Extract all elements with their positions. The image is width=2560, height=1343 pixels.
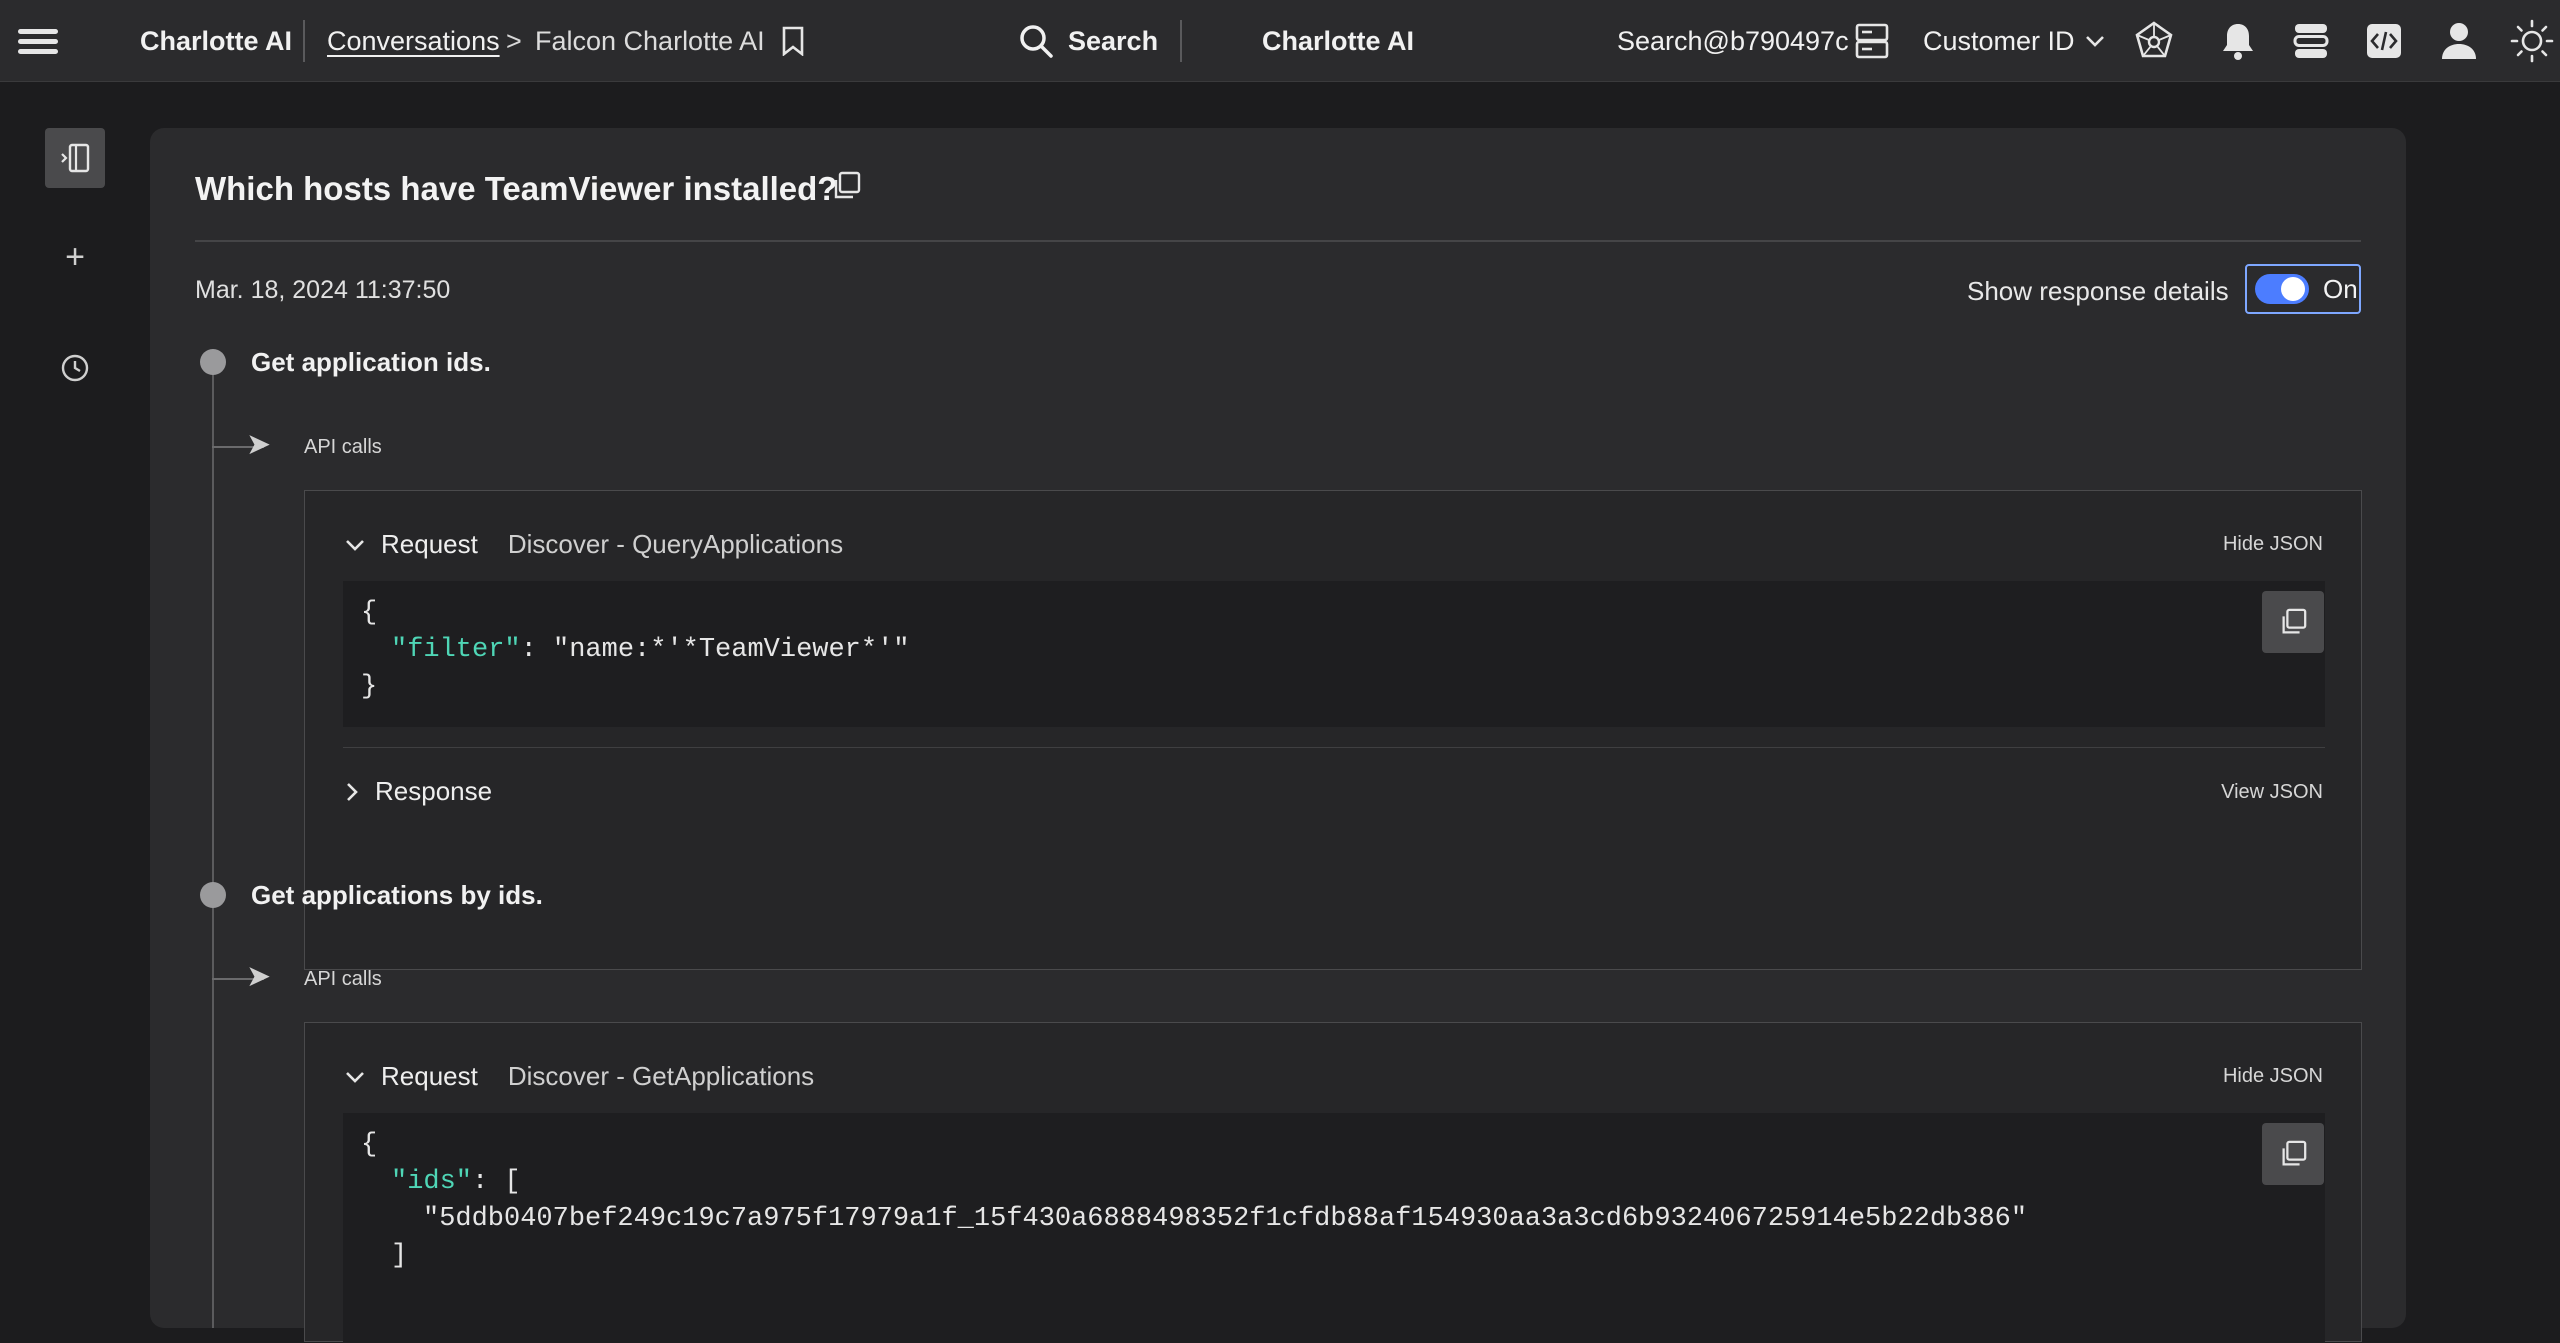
bell-icon[interactable] xyxy=(2220,0,2256,82)
conversation-timestamp: Mar. 18, 2024 11:37:50 xyxy=(195,276,451,304)
response-header[interactable]: Response xyxy=(345,776,492,807)
copy-icon xyxy=(2282,608,2307,634)
request-label: Request xyxy=(381,529,478,559)
history-clock-icon[interactable] xyxy=(60,353,90,388)
show-response-details-toggle[interactable]: On xyxy=(2245,264,2361,314)
chevron-down-icon xyxy=(346,539,364,551)
api-calls-label: API calls xyxy=(304,436,382,458)
breadcrumb-separator: > xyxy=(506,25,522,56)
code-icon[interactable] xyxy=(2365,0,2403,82)
topbar-divider xyxy=(1180,20,1182,62)
copy-json-button[interactable] xyxy=(2262,1123,2324,1185)
step-dot xyxy=(200,349,226,375)
json-value: "5ddb0407bef249c19c7a975f17979a1f_15f430… xyxy=(423,1204,2028,1234)
request-endpoint: Discover - QueryApplications xyxy=(507,529,844,559)
view-json-link[interactable]: View JSON xyxy=(2221,781,2323,804)
server-icon[interactable] xyxy=(1854,0,1890,82)
expand-sidebar-button[interactable] xyxy=(45,128,105,188)
left-rail: + xyxy=(0,83,150,1282)
search-icon xyxy=(1020,25,1053,58)
theme-sun-icon[interactable] xyxy=(2510,0,2554,82)
timeline-line xyxy=(212,908,214,1328)
json-line: "filter": "name:*'*TeamViewer*'" xyxy=(361,632,2307,669)
customer-id-dropdown[interactable]: Customer ID xyxy=(1923,0,2105,82)
new-conversation-icon[interactable]: + xyxy=(60,238,90,277)
arrow-right-icon: ➤ xyxy=(246,428,272,461)
menu-icon[interactable] xyxy=(18,0,58,82)
arrow-right-icon: ➤ xyxy=(246,960,272,993)
center-title: Charlotte AI xyxy=(1262,25,1415,56)
breadcrumb-current: Falcon Charlotte AI xyxy=(535,25,765,56)
panel-divider xyxy=(343,747,2325,748)
search-label: Search xyxy=(1068,25,1159,56)
top-bar: Charlotte AI Conversations > Falcon Char… xyxy=(0,0,2560,82)
bookmark-icon[interactable] xyxy=(780,0,806,82)
json-key: "ids" xyxy=(391,1167,473,1197)
hide-json-link[interactable]: Hide JSON xyxy=(2223,533,2323,556)
copy-json-button[interactable] xyxy=(2262,591,2324,653)
request-label: Request xyxy=(381,1061,478,1091)
step-dot xyxy=(200,882,226,908)
json-value: "name:*'*TeamViewer*'" xyxy=(553,635,910,665)
api-call-panel: Request Discover - QueryApplications Hid… xyxy=(304,490,2362,970)
chevron-right-icon xyxy=(347,782,358,801)
chevron-down-icon xyxy=(346,1071,364,1083)
request-json-code: { "filter": "name:*'*TeamViewer*'" } xyxy=(343,581,2325,727)
toggle-switch[interactable] xyxy=(2255,274,2309,304)
chevron-down-icon xyxy=(2085,36,2104,47)
workflow-icon[interactable] xyxy=(2292,0,2330,82)
sidebar-expand-icon xyxy=(61,143,90,173)
json-brace: { xyxy=(361,598,378,628)
api-call-panel: Request Discover - GetApplications Hide … xyxy=(304,1022,2362,1343)
request-json-code: { "ids": [ "5ddb0407bef249c19c7a975f1797… xyxy=(343,1113,2325,1343)
customer-id-label: Customer ID xyxy=(1923,25,2075,56)
json-key: "filter" xyxy=(391,635,521,665)
hide-json-link[interactable]: Hide JSON xyxy=(2223,1065,2323,1088)
breadcrumb-conversations-link[interactable]: Conversations xyxy=(327,0,500,82)
show-response-details-label: Show response details xyxy=(1967,276,2229,306)
user-icon[interactable] xyxy=(2440,0,2478,82)
json-brace: } xyxy=(361,672,378,702)
toggle-state-label: On xyxy=(2323,273,2358,304)
json-bracket: ] xyxy=(391,1241,408,1271)
json-colon: : xyxy=(520,635,554,665)
user-account[interactable]: Search@b790497c xyxy=(1617,0,1849,82)
request-header[interactable]: Request Discover - GetApplications xyxy=(345,1061,814,1092)
question-title: Which hosts have TeamViewer installed? xyxy=(195,170,838,207)
search-button[interactable]: Search xyxy=(1018,0,1158,82)
app-brand[interactable]: Charlotte AI xyxy=(140,0,292,82)
step-title: Get application ids. xyxy=(251,347,491,377)
copy-icon xyxy=(2282,1140,2307,1166)
copy-question-icon[interactable] xyxy=(830,170,862,207)
title-divider xyxy=(195,240,2361,242)
request-header[interactable]: Request Discover - QueryApplications xyxy=(345,529,843,560)
network-icon[interactable] xyxy=(2133,0,2175,82)
json-colon: : [ xyxy=(472,1167,521,1197)
json-line: "ids": [ xyxy=(361,1164,2307,1201)
conversation-card: Which hosts have TeamViewer installed? M… xyxy=(150,128,2406,1343)
response-label: Response xyxy=(375,776,493,806)
step-title: Get applications by ids. xyxy=(251,880,543,910)
json-brace: { xyxy=(361,1130,378,1160)
api-calls-label: API calls xyxy=(304,968,382,990)
toggle-knob xyxy=(2281,277,2305,301)
topbar-divider xyxy=(303,20,305,62)
request-endpoint: Discover - GetApplications xyxy=(507,1061,815,1091)
